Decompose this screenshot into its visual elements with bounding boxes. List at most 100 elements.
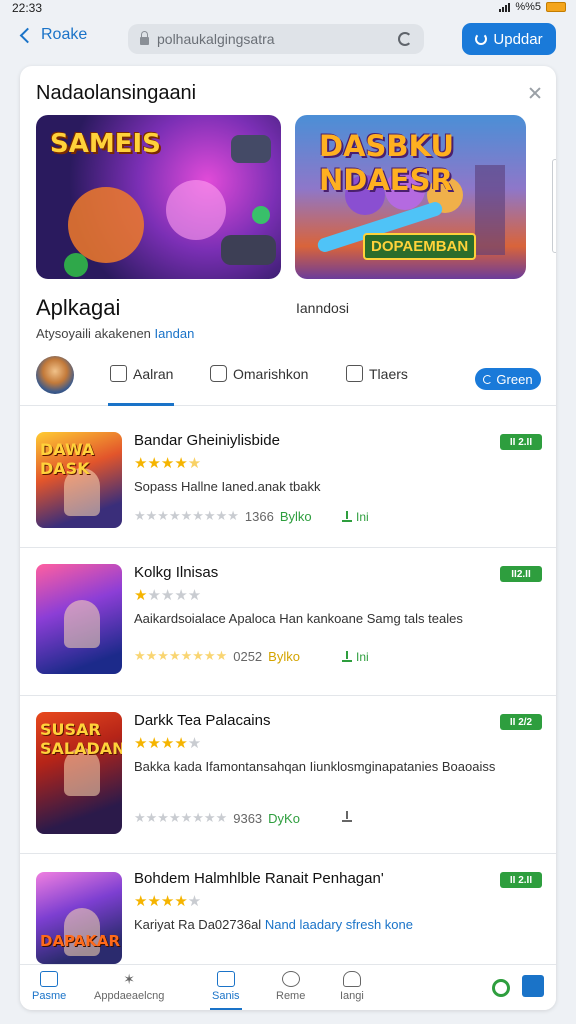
status-bar: 22:33 %%5: [0, 0, 576, 16]
meta-rating: Bylko: [279, 508, 312, 524]
url-bar[interactable]: polhaukalgingsatra: [128, 24, 424, 54]
list-icon: [216, 971, 235, 987]
meta-count: 9363: [233, 810, 263, 826]
meta-stars: ★★★★★★★★★: [134, 508, 239, 523]
action-comment[interactable]: Omarishkon: [210, 365, 308, 382]
nav-trophy-label: Iangi: [340, 990, 364, 1002]
comment-icon: [210, 365, 227, 382]
download-indicator: Ini: [342, 510, 369, 524]
app-description-link[interactable]: Iandan: [155, 326, 195, 341]
app-name: Aplkagai: [36, 295, 121, 320]
item-badge[interactable]: II 2.II: [500, 434, 542, 450]
nav-active-indicator: [210, 1008, 242, 1010]
featured-title: Nadaolansingaani: [36, 82, 197, 104]
item-meta: ★★★★★★★★ 0252 Bylko: [134, 648, 300, 664]
list-item[interactable]: DAWA DASK Bandar Gheiniylisbide ★★★★★ So…: [20, 416, 556, 548]
app-category: Ianndosi: [296, 300, 349, 316]
download-label: Ini: [356, 510, 369, 524]
thumbnail-figure: [64, 600, 100, 648]
banner-2-title: DASBKU NDAESR: [319, 129, 455, 197]
item-badge[interactable]: II 2.II: [500, 872, 542, 888]
meta-count: 1366: [244, 508, 274, 524]
chevron-left-icon: [19, 27, 36, 43]
featured-banner-2[interactable]: DASBKU NDAESR DOPAEMBAN: [295, 115, 526, 279]
scroll-handle[interactable]: [552, 159, 556, 253]
update-label: Upddar: [493, 30, 543, 48]
action-row: Aalran Omarishkon Tlaers Green: [20, 350, 556, 406]
active-tab-indicator: [108, 403, 174, 406]
item-title: Bandar Gheiniylisbide: [134, 432, 280, 449]
nav-home[interactable]: Pasme: [32, 971, 66, 1002]
item-badge[interactable]: II2.II: [500, 566, 542, 582]
item-description-text: Kariyat Ra Da02736al: [134, 917, 262, 932]
thumbnail-label: DAWA DASK: [40, 440, 95, 478]
item-description: Sopass Hallne Ianed.anak tbakk: [134, 479, 321, 494]
nav-games[interactable]: Reme: [276, 971, 305, 1002]
refresh-icon: [475, 33, 488, 45]
meta-rating: Bylko: [268, 648, 300, 664]
star-rating: ★★★★★: [134, 735, 202, 752]
nav-home-label: Pasme: [32, 990, 67, 1002]
nav-list[interactable]: Sanis: [212, 971, 240, 1002]
download-icon: [342, 511, 352, 522]
nav-trophy[interactable]: Iangi: [340, 971, 364, 1002]
avatar[interactable]: [36, 356, 74, 394]
action-like[interactable]: Aalran: [110, 365, 173, 382]
apps-icon: ✶: [123, 971, 136, 987]
meta-count: 0252: [233, 648, 263, 664]
battery-icon: [546, 2, 566, 12]
item-badge[interactable]: II 2/2: [500, 714, 542, 730]
thumbnail-label: SUSAR SALADAN: [40, 720, 122, 758]
item-description-link[interactable]: Nand laadary sfresh kone: [265, 917, 413, 932]
download-indicator: Ini: [342, 650, 369, 664]
reload-icon[interactable]: [398, 32, 412, 46]
action-comment-label: Omarishkon: [233, 365, 309, 382]
thumbs-up-icon: [346, 365, 363, 382]
item-title: Bohdem Halmhlble Ranait Penhagan': [134, 870, 384, 887]
thumbs-up-icon: [110, 365, 127, 382]
game-thumbnail: DAWA DASK: [36, 432, 122, 528]
store-card: Nadaolansingaani SAMEIS DASBKU NDAESR DO…: [20, 66, 556, 1010]
gamepad-icon: [281, 971, 300, 987]
item-description: Bakka kada Ifamontansahqan Iiunklosmgina…: [134, 759, 496, 774]
update-button[interactable]: Upddar: [462, 23, 556, 55]
status-time: 22:33: [12, 1, 43, 15]
download-icon: [342, 651, 352, 662]
status-indicators: %%5: [499, 1, 566, 13]
list-item[interactable]: Kolkg Ilnisas ★★★★★ Aaikardsoialace Apal…: [20, 548, 556, 696]
bottom-nav: Pasme ✶ Appdaeaelcng Sanis Reme Iangi: [20, 964, 556, 1010]
item-title: Darkk Tea Palacains: [134, 712, 271, 729]
featured-banner-1[interactable]: SAMEIS: [36, 115, 281, 279]
back-label: Roake: [41, 26, 88, 43]
close-icon[interactable]: [528, 86, 542, 100]
green-button[interactable]: Green: [475, 368, 541, 390]
refresh-icon: [483, 374, 493, 384]
item-description: Kariyat Ra Da02736al Nand laadary sfresh…: [134, 916, 524, 933]
top-bar: Roake polhaukalgingsatra Upddar: [0, 16, 576, 62]
star-rating: ★★★★★: [134, 587, 202, 604]
game-thumbnail: [36, 564, 122, 674]
green-button-label: Green: [496, 371, 533, 387]
action-rate[interactable]: Tlaers: [346, 365, 408, 382]
list-item[interactable]: DAPAKAR Bohdem Halmhlble Ranait Penhagan…: [20, 854, 556, 964]
list-item[interactable]: SUSAR SALADAN Darkk Tea Palacains ★★★★★ …: [20, 696, 556, 854]
app-description: Atysoyaili akakenen Iandan: [36, 326, 194, 341]
network-label: %%5: [515, 1, 541, 13]
action-like-label: Aalran: [133, 365, 174, 382]
banner-1-title: SAMEIS: [50, 129, 161, 159]
download-icon: [342, 811, 352, 822]
nav-games-label: Reme: [276, 990, 306, 1002]
nav-apps[interactable]: ✶ Appdaeaelcng: [94, 971, 164, 1002]
url-text: polhaukalgingsatra: [157, 31, 275, 47]
item-description: Aaikardsoialace Apaloca Han kankoane Sam…: [134, 611, 463, 626]
chat-icon[interactable]: [492, 979, 510, 997]
grid-icon[interactable]: [522, 975, 544, 997]
game-thumbnail: DAPAKAR: [36, 872, 122, 964]
signal-icon: [499, 2, 511, 12]
nav-list-label: Sanis: [212, 990, 240, 1002]
game-thumbnail: SUSAR SALADAN: [36, 712, 122, 834]
item-meta: ★★★★★★★★ 9363 DyKo: [134, 810, 300, 826]
action-rate-label: Tlaers: [369, 365, 408, 382]
meta-stars: ★★★★★★★★: [134, 648, 228, 663]
back-button[interactable]: Roake: [18, 26, 87, 44]
